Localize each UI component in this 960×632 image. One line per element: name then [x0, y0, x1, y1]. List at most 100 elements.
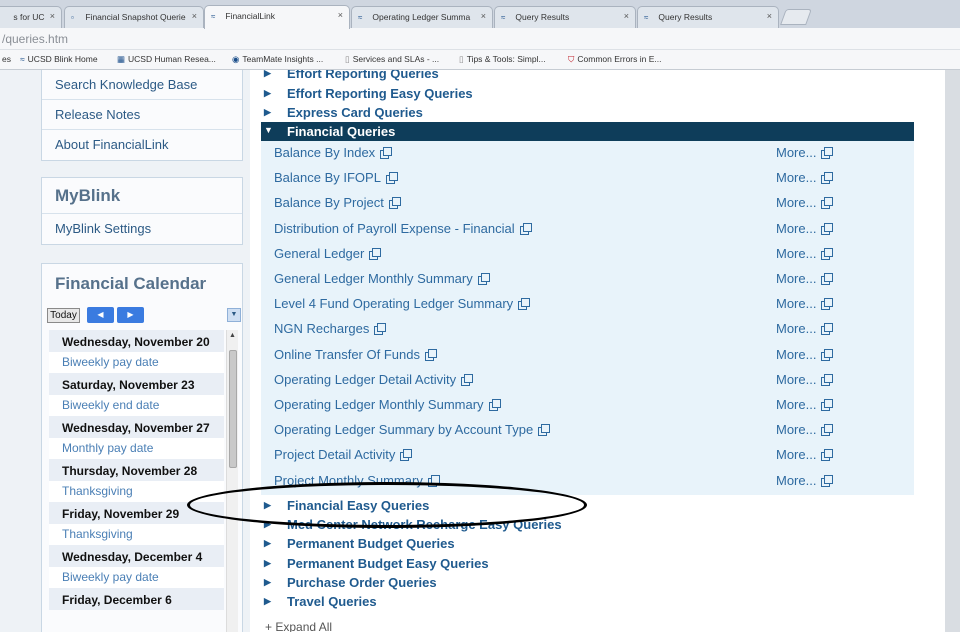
more-link[interactable]: More... — [776, 447, 834, 462]
category-financial-queries-header[interactable]: ▼ Financial Queries — [261, 122, 914, 141]
more-link[interactable]: More... — [776, 321, 834, 336]
query-link[interactable]: Balance By Index — [274, 145, 393, 160]
more-link-label[interactable]: More... — [776, 296, 816, 311]
more-link-label[interactable]: More... — [776, 473, 816, 488]
more-link-label[interactable]: More... — [776, 347, 816, 362]
expand-triangle-icon[interactable]: ▶ — [264, 538, 271, 549]
bookmark-item[interactable]: ◉ TeamMate Insights ... — [232, 54, 323, 65]
open-in-new-window-icon[interactable] — [821, 222, 834, 235]
bookmark-item[interactable]: ▯ Tips & Tools: Simpl... — [459, 54, 546, 65]
new-tab-button[interactable] — [780, 9, 812, 25]
category-permanent-budget-queries[interactable]: ▶ Permanent Budget Queries — [256, 536, 916, 554]
expand-triangle-icon[interactable]: ▶ — [264, 577, 271, 588]
open-in-new-window-icon[interactable] — [821, 323, 834, 336]
open-in-new-window-icon[interactable] — [369, 247, 382, 260]
open-in-new-window-icon[interactable] — [821, 247, 834, 260]
close-icon[interactable]: × — [767, 11, 772, 21]
more-link[interactable]: More... — [776, 422, 834, 437]
query-link-label[interactable]: Project Detail Activity — [274, 447, 395, 462]
more-link-label[interactable]: More... — [776, 271, 816, 286]
query-link[interactable]: Balance By IFOPL — [274, 170, 398, 185]
open-in-new-window-icon[interactable] — [488, 399, 501, 411]
more-link[interactable]: More... — [776, 271, 834, 286]
calendar-scrollbar[interactable]: ▲ — [226, 330, 238, 632]
more-link-label[interactable]: More... — [776, 321, 816, 336]
query-link-label[interactable]: General Ledger Monthly Summary — [274, 271, 473, 286]
scrollbar-thumb[interactable] — [229, 350, 237, 468]
more-link[interactable]: More... — [776, 473, 834, 488]
query-link[interactable]: Online Transfer Of Funds — [274, 347, 437, 362]
next-arrow-icon[interactable]: ▶ — [117, 307, 144, 323]
open-in-new-window-icon[interactable] — [385, 172, 398, 185]
bookmark-item[interactable]: es — [2, 54, 11, 64]
calendar-event[interactable]: Biweekly pay date — [49, 567, 224, 588]
more-link[interactable]: More... — [776, 296, 834, 311]
expand-triangle-icon[interactable]: ▶ — [264, 558, 271, 569]
open-in-new-window-icon[interactable] — [821, 449, 834, 462]
calendar-event[interactable]: Biweekly pay date — [49, 352, 224, 373]
chevron-down-icon[interactable]: ▼ — [227, 308, 241, 322]
open-in-new-window-icon[interactable] — [374, 323, 387, 336]
open-in-new-window-icon[interactable] — [821, 348, 834, 361]
expand-triangle-icon[interactable]: ▶ — [264, 88, 271, 99]
query-link[interactable]: NGN Recharges — [274, 321, 387, 336]
more-link-label[interactable]: More... — [776, 195, 816, 210]
open-in-new-window-icon[interactable] — [477, 273, 490, 285]
open-in-new-window-icon[interactable] — [821, 273, 834, 285]
close-icon[interactable]: × — [192, 11, 197, 21]
more-link[interactable]: More... — [776, 170, 834, 185]
bookmark-item[interactable]: ▯ Services and SLAs - ... — [345, 54, 439, 65]
scroll-up-icon[interactable]: ▲ — [229, 332, 236, 339]
query-link-label[interactable]: Operating Ledger Summary by Account Type — [274, 422, 533, 437]
url-text[interactable]: /queries.htm — [2, 32, 68, 46]
browser-tab-active[interactable]: ≈ FinancialLink × — [204, 5, 350, 29]
expand-triangle-icon[interactable]: ▶ — [264, 107, 271, 118]
bookmark-item[interactable]: ⛉ Common Errors in E... — [568, 54, 661, 65]
open-in-new-window-icon[interactable] — [380, 147, 393, 159]
open-in-new-window-icon[interactable] — [538, 424, 551, 437]
expand-triangle-icon[interactable]: ▶ — [264, 70, 271, 79]
open-in-new-window-icon[interactable] — [388, 197, 401, 210]
collapse-triangle-icon[interactable]: ▼ — [264, 125, 273, 135]
more-link[interactable]: More... — [776, 372, 834, 387]
about-financiallink-link[interactable]: About FinancialLink — [42, 130, 242, 160]
category-effort-reporting-easy-queries[interactable]: ▶ Effort Reporting Easy Queries — [256, 86, 916, 104]
more-link[interactable]: More... — [776, 397, 834, 412]
more-link-label[interactable]: More... — [776, 447, 816, 462]
calendar-event[interactable]: Biweekly end date — [49, 395, 224, 416]
category-travel-queries[interactable]: ▶ Travel Queries — [256, 594, 916, 612]
query-link-label[interactable]: Level 4 Fund Operating Ledger Summary — [274, 296, 513, 311]
query-link-label[interactable]: Balance By IFOPL — [274, 170, 381, 185]
expand-all-link[interactable]: + Expand All — [265, 620, 332, 632]
open-in-new-window-icon[interactable] — [821, 373, 834, 386]
close-icon[interactable]: × — [338, 10, 343, 20]
more-link-label[interactable]: More... — [776, 246, 816, 261]
open-in-new-window-icon[interactable] — [821, 298, 834, 311]
browser-tab[interactable]: ▫ Financial Snapshot Querie × — [64, 6, 204, 28]
query-link[interactable]: Project Detail Activity — [274, 447, 413, 462]
open-in-new-window-icon[interactable] — [424, 348, 437, 361]
query-link-label[interactable]: General Ledger — [274, 246, 364, 261]
category-permanent-budget-easy-queries[interactable]: ▶ Permanent Budget Easy Queries — [256, 556, 916, 574]
calendar-event[interactable]: Monthly pay date — [49, 438, 224, 459]
browser-tab[interactable]: ≈ Operating Ledger Summa × — [351, 6, 493, 28]
open-in-new-window-icon[interactable] — [400, 449, 413, 462]
more-link[interactable]: More... — [776, 246, 834, 261]
open-in-new-window-icon[interactable] — [519, 222, 532, 235]
close-icon[interactable]: × — [624, 11, 629, 21]
bookmark-item[interactable]: ≈ UCSD Blink Home — [20, 54, 98, 64]
open-in-new-window-icon[interactable] — [821, 197, 834, 210]
more-link-label[interactable]: More... — [776, 221, 816, 236]
more-link[interactable]: More... — [776, 347, 834, 362]
query-link[interactable]: Operating Ledger Detail Activity — [274, 372, 474, 387]
query-link-label[interactable]: Balance By Project — [274, 195, 384, 210]
query-link-label[interactable]: NGN Recharges — [274, 321, 369, 336]
calendar-event[interactable]: Thanksgiving — [49, 524, 224, 545]
close-icon[interactable]: × — [50, 11, 55, 21]
close-icon[interactable]: × — [481, 11, 486, 21]
today-button[interactable]: Today — [47, 308, 80, 323]
query-link[interactable]: General Ledger Monthly Summary — [274, 271, 490, 286]
query-link-label[interactable]: Operating Ledger Monthly Summary — [274, 397, 484, 412]
open-in-new-window-icon[interactable] — [518, 298, 531, 311]
release-notes-link[interactable]: Release Notes — [42, 100, 242, 130]
